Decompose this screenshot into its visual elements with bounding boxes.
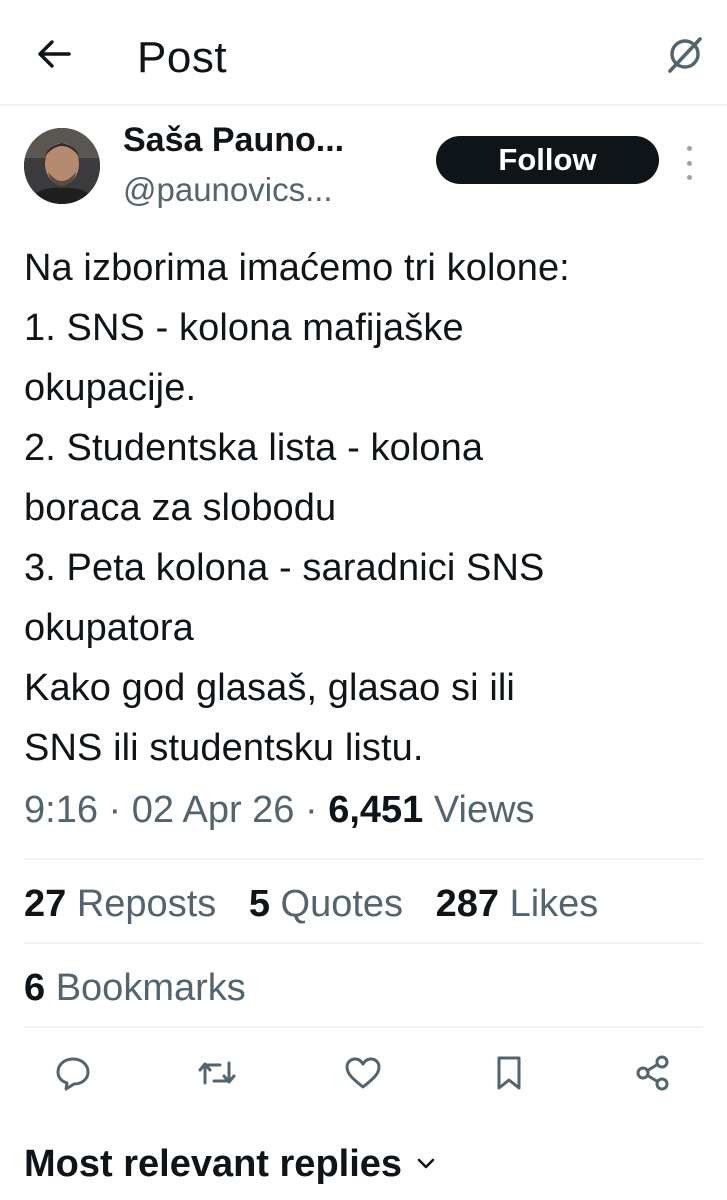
bookmark-button[interactable] — [484, 1048, 534, 1098]
post-time[interactable]: 9:16 — [24, 789, 98, 831]
more-vertical-icon-dot — [686, 175, 692, 180]
likes-stat[interactable]: 287 Likes — [436, 883, 599, 925]
divider — [24, 1026, 703, 1028]
page-title: Post — [137, 33, 228, 82]
reply-icon — [56, 1057, 90, 1091]
more-vertical-icon-dot — [686, 160, 692, 166]
avatar-photo — [24, 128, 100, 204]
post-meta: 9:16 · 02 Apr 26 · 6,451 Views — [24, 784, 535, 836]
divider — [24, 858, 703, 860]
post-text: Na izborima imaćemo tri kolone: 1. SNS -… — [24, 247, 570, 769]
likes-label: Likes — [509, 883, 599, 925]
more-vertical-icon — [686, 146, 692, 151]
replies-sort-label: Most relevant replies — [24, 1143, 403, 1185]
bookmark-icon — [497, 1056, 521, 1090]
action-bar — [0, 1048, 727, 1104]
views-count: 6,451 — [328, 789, 424, 831]
top-bar: Post — [0, 0, 727, 106]
reply-button[interactable] — [48, 1048, 98, 1098]
bookmarks-count: 6 — [24, 967, 46, 1009]
engagement-stats: 27 Reposts 5 Quotes 287 Likes — [24, 878, 620, 930]
grok-button[interactable] — [663, 32, 707, 76]
bookmarks-label: Bookmarks — [55, 967, 246, 1009]
quotes-label: Quotes — [280, 883, 404, 925]
repost-button[interactable] — [192, 1048, 242, 1098]
grok-icon — [668, 37, 702, 73]
share-button[interactable] — [628, 1048, 678, 1098]
follow-button[interactable]: Follow — [436, 136, 659, 184]
meta-separator: · — [305, 789, 318, 831]
quotes-count: 5 — [248, 883, 270, 925]
replies-sort-button[interactable]: Most relevant replies — [24, 1138, 436, 1190]
bookmarks-stat[interactable]: 6 Bookmarks — [24, 962, 246, 1014]
divider — [24, 942, 703, 944]
back-button[interactable] — [30, 30, 78, 78]
author-name[interactable]: Saša Pauno... — [123, 118, 344, 162]
like-button[interactable] — [338, 1048, 388, 1098]
more-options-button[interactable] — [678, 146, 700, 180]
quotes-stat[interactable]: 5 Quotes — [249, 883, 403, 925]
meta-separator: · — [108, 789, 122, 831]
post-page: Post Saša Pauno... @paunovics... Follow … — [0, 0, 727, 1200]
reposts-stat[interactable]: 27 Reposts — [24, 883, 216, 925]
like-icon — [345, 1057, 381, 1089]
share-icon — [636, 1055, 669, 1091]
repost-icon — [198, 1061, 236, 1085]
likes-count: 287 — [435, 883, 500, 925]
avatar[interactable] — [24, 128, 100, 204]
post-date[interactable]: 02 Apr 26 — [132, 789, 295, 831]
chevron-down-icon — [416, 1157, 436, 1171]
reposts-count: 27 — [24, 883, 67, 925]
arrow-left-icon — [38, 40, 71, 68]
reposts-label: Reposts — [76, 883, 217, 925]
views-label: Views — [433, 789, 535, 831]
author-handle[interactable]: @paunovics... — [123, 168, 333, 212]
